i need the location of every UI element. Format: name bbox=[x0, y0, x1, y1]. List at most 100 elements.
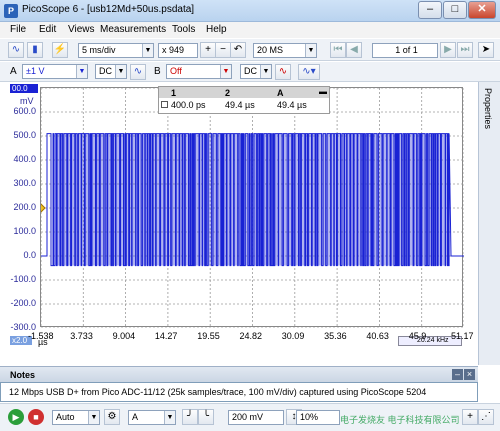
channel-a-range-value: ±1 V bbox=[26, 66, 45, 76]
notes-textarea[interactable]: 12 Mbps USB D+ from Pico ADC-11/12 (25k … bbox=[0, 382, 478, 402]
rising-edge-icon[interactable]: ╯ bbox=[182, 409, 198, 425]
chevron-down-icon: ▼ bbox=[76, 65, 87, 78]
plot-frame[interactable] bbox=[40, 87, 464, 328]
scope-mode-icon[interactable]: ∿ bbox=[8, 42, 24, 58]
ruler-header-a: A bbox=[277, 88, 284, 98]
ruler-legend-checkbox[interactable] bbox=[161, 101, 168, 108]
trigger-channel-value: A bbox=[132, 412, 139, 422]
menu-file[interactable]: File bbox=[10, 24, 26, 35]
chevron-down-icon: ▼ bbox=[88, 411, 99, 424]
trigger-settings-icon[interactable]: ⚙ bbox=[104, 409, 120, 425]
y-tick-label: -100.0 bbox=[10, 274, 36, 284]
page-field[interactable]: 1 of 1 bbox=[372, 43, 438, 58]
falling-edge-icon[interactable]: ╰ bbox=[198, 409, 214, 425]
pretrigger-value: 10% bbox=[300, 412, 319, 422]
chevron-down-icon: ▼ bbox=[164, 411, 175, 424]
properties-tab-label: Properties bbox=[483, 88, 493, 130]
trigger-threshold-field[interactable]: 200 mV bbox=[228, 410, 284, 425]
channel-b-options-icon[interactable]: ∿ bbox=[275, 64, 291, 80]
close-button[interactable]: ✕ bbox=[468, 1, 496, 19]
chevron-down-icon: ▼ bbox=[220, 65, 231, 78]
minimize-button[interactable]: – bbox=[418, 1, 442, 19]
first-page-icon[interactable]: ⏮ bbox=[330, 42, 346, 58]
y-tick-label: 600.0 bbox=[13, 106, 36, 116]
notes-minimize-icon[interactable]: – bbox=[452, 369, 463, 380]
waveform-plot[interactable] bbox=[41, 88, 464, 328]
x-tick-label: 9.004 bbox=[112, 331, 136, 341]
page-value: 1 of 1 bbox=[395, 45, 418, 55]
x-tick-label: 3.733 bbox=[70, 331, 93, 341]
ruler-legend[interactable]: 1 2 A ▬ 400.0 ps 49.4 µs 49.4 µs bbox=[158, 86, 330, 114]
timebase-value: 5 ms/div bbox=[82, 45, 116, 55]
watermark: 电子发烧友 电子科技有限公司 bbox=[340, 415, 460, 425]
pointer-tool-icon[interactable]: ➤ bbox=[478, 42, 494, 58]
ruler-header-1: 1 bbox=[171, 88, 177, 98]
trigger-marker[interactable] bbox=[41, 203, 46, 213]
y-tick-label: 500.0 bbox=[13, 130, 36, 140]
timebase-select[interactable]: 5 ms/div ▼ bbox=[78, 43, 154, 58]
resize-grip-icon: ⋰ bbox=[478, 409, 494, 425]
channel-a-range-select[interactable]: ±1 V ▼ bbox=[22, 64, 88, 79]
math-channels-icon[interactable]: ∿▾ bbox=[298, 64, 320, 80]
x-tick-label: 30.09 bbox=[281, 331, 305, 341]
add-icon[interactable]: + bbox=[462, 409, 478, 425]
x-tick-label: -1.538 bbox=[28, 331, 54, 341]
trigger-channel-select[interactable]: A ▼ bbox=[128, 410, 176, 425]
x-tick-label: 35.36 bbox=[324, 331, 347, 341]
capture-toolbar: ∿ ▮ ⚡ 5 ms/div ▼ x 949 + − ↶ 20 MS ▼ ⏮ ◀… bbox=[0, 39, 500, 61]
maximize-button[interactable]: □ bbox=[443, 1, 467, 19]
ruler-value-2: 49.4 µs bbox=[225, 100, 255, 110]
channel-b-coupling-select[interactable]: DC ▼ bbox=[240, 64, 272, 79]
x-tick-label: 14.27 bbox=[154, 331, 178, 341]
menu-tools[interactable]: Tools bbox=[172, 24, 195, 35]
channel-b-range-select[interactable]: Off ▼ bbox=[166, 64, 232, 79]
menu-views[interactable]: Views bbox=[68, 24, 95, 35]
samples-value: 20 MS bbox=[257, 45, 284, 55]
app-icon: P bbox=[4, 4, 18, 18]
menu-edit[interactable]: Edit bbox=[39, 24, 56, 35]
menu-measurements[interactable]: Measurements bbox=[100, 24, 166, 35]
undo-zoom-button[interactable]: ↶ bbox=[230, 42, 246, 58]
trigger-lightning-icon[interactable]: ⚡ bbox=[52, 42, 68, 58]
channel-b-range-value: Off bbox=[170, 66, 182, 76]
start-icon[interactable]: ▶ bbox=[8, 409, 24, 425]
prev-page-icon[interactable]: ◀ bbox=[346, 42, 362, 58]
samples-select[interactable]: 20 MS ▼ bbox=[253, 43, 317, 58]
x-tick-label: 24.82 bbox=[239, 331, 263, 341]
chevron-down-icon: ▼ bbox=[305, 44, 316, 57]
x-tick-label: 40.63 bbox=[366, 331, 389, 341]
trigger-mode-select[interactable]: Auto ▼ bbox=[52, 410, 100, 425]
notes-title: Notes bbox=[10, 370, 36, 380]
zoom-in-button[interactable]: + bbox=[200, 42, 216, 58]
y-axis-top-label: 00.0 bbox=[12, 84, 28, 93]
channel-a-coupling-select[interactable]: DC ▼ bbox=[95, 64, 127, 79]
menu-help[interactable]: Help bbox=[206, 24, 227, 35]
x-tick-label: 45.9 bbox=[408, 331, 427, 341]
trigger-toolbar: ▶ ■ Auto ▼ ⚙ A ▼ ╯ ╰ 200 mV ↕ 10% 电子发烧友 … bbox=[0, 403, 500, 431]
channel-a-coupling-value: DC bbox=[99, 66, 112, 76]
last-page-icon[interactable]: ⏭ bbox=[457, 42, 473, 58]
zoom-value: x 949 bbox=[162, 45, 185, 55]
zoom-field[interactable]: x 949 bbox=[158, 43, 198, 58]
channel-b-coupling-value: DC bbox=[244, 66, 257, 76]
notes-text: 12 Mbps USB D+ from Pico ADC-11/12 (25k … bbox=[9, 387, 427, 397]
title-bar: P PicoScope 6 - [usb12Md+50us.psdata] – … bbox=[0, 0, 500, 22]
channel-toolbar: A ±1 V ▼ DC ▼ ∿ B Off ▼ DC ▼ ∿ ∿▾ bbox=[0, 62, 500, 82]
channel-a-options-icon[interactable]: ∿ bbox=[130, 64, 146, 80]
spectrum-mode-icon[interactable]: ▮ bbox=[27, 42, 43, 58]
y-tick-label: 300.0 bbox=[13, 178, 36, 188]
chevron-down-icon: ▼ bbox=[115, 65, 126, 78]
x-tick-label: 19.55 bbox=[197, 331, 220, 341]
next-page-icon[interactable]: ▶ bbox=[440, 42, 456, 58]
ruler-legend-menu-icon[interactable]: ▬ bbox=[319, 87, 327, 96]
zoom-out-button[interactable]: − bbox=[215, 42, 231, 58]
x-tick-label: 51.17 bbox=[451, 331, 474, 341]
y-tick-label: -200.0 bbox=[10, 298, 36, 308]
stop-icon[interactable]: ■ bbox=[28, 409, 44, 425]
channel-a-label: A bbox=[10, 66, 17, 77]
properties-tab[interactable]: Properties bbox=[478, 82, 500, 365]
chevron-down-icon: ▼ bbox=[260, 65, 271, 78]
y-tick-label: 200.0 bbox=[13, 202, 36, 212]
notes-close-icon[interactable]: × bbox=[464, 369, 475, 380]
pretrigger-field[interactable]: 10% bbox=[296, 410, 340, 425]
